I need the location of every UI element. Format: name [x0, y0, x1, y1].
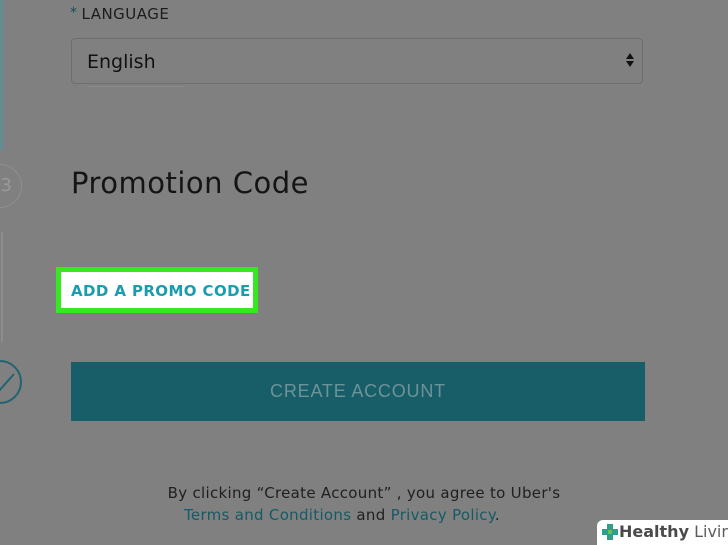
create-account-label: CREATE ACCOUNT	[270, 381, 446, 401]
terms-notice: By clicking “Create Account” , you agree…	[167, 484, 561, 502]
create-account-button[interactable]: CREATE ACCOUNT	[71, 362, 645, 421]
medical-cross-logo-icon	[602, 524, 618, 540]
terms-and-text: and	[356, 506, 386, 524]
checkmark-icon	[0, 373, 15, 392]
watermark-text: Healthy Living	[619, 522, 728, 541]
step-3-indicator: 3	[0, 164, 22, 208]
step-3-number: 3	[0, 175, 12, 196]
promo-code-highlight: ADD A PROMO CODE	[56, 267, 258, 313]
divider	[88, 86, 184, 87]
required-marker: *	[70, 5, 78, 21]
add-promo-code-link[interactable]: ADD A PROMO CODE	[71, 282, 251, 300]
step-rail-line-lower	[1, 232, 3, 342]
language-label: * LANGUAGE	[70, 5, 169, 23]
terms-period: .	[494, 506, 500, 524]
watermark-brand-bold: Healthy	[619, 522, 689, 541]
select-arrows-icon	[626, 53, 634, 67]
language-label-text: LANGUAGE	[81, 5, 170, 23]
step-rail-line	[0, 0, 3, 150]
terms-links-line: Terms and Conditions and Privacy Policy.	[184, 506, 500, 524]
step-complete-indicator	[0, 360, 22, 404]
terms-and-conditions-link[interactable]: Terms and Conditions	[184, 506, 351, 524]
page: 3 * LANGUAGE English Promotion Code ADD A…	[0, 0, 728, 545]
watermark-brand-light: Living	[694, 522, 728, 541]
language-select[interactable]: English	[71, 38, 643, 84]
healthy-living-watermark: Healthy Living	[597, 520, 728, 545]
promotion-code-heading: Promotion Code	[71, 166, 310, 200]
privacy-policy-link[interactable]: Privacy Policy	[391, 506, 495, 524]
language-selected-value: English	[87, 51, 156, 73]
